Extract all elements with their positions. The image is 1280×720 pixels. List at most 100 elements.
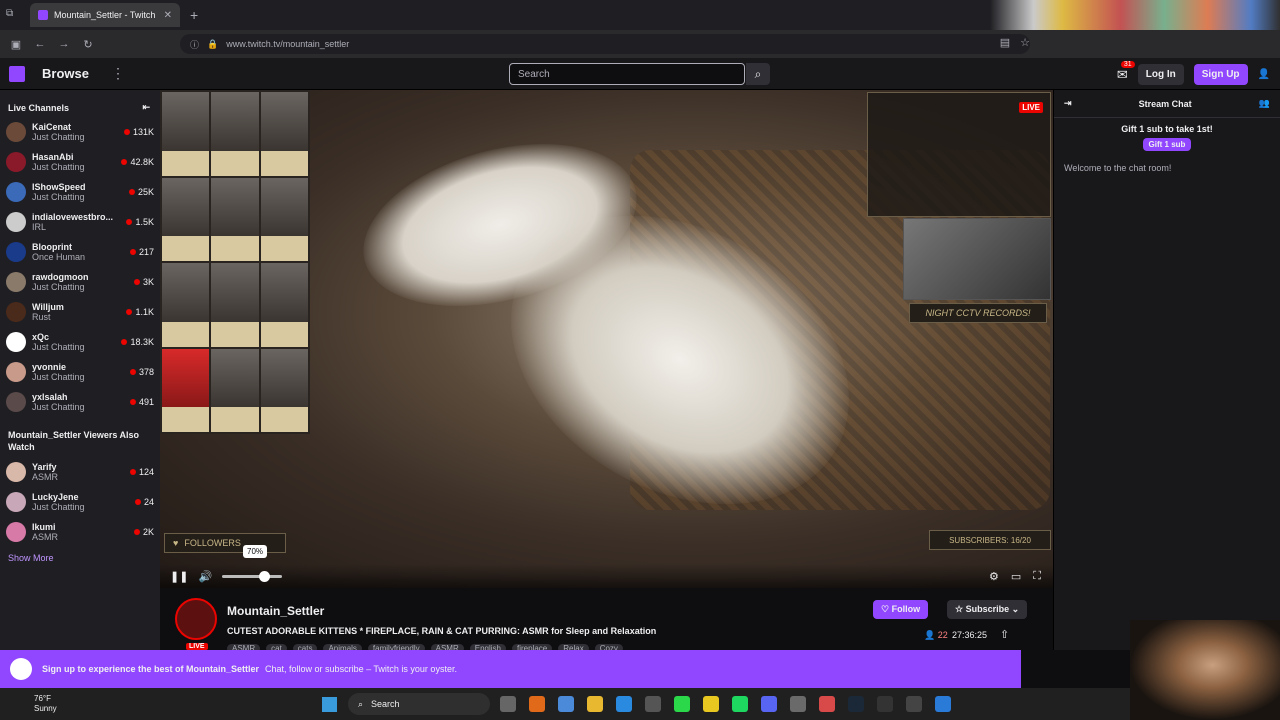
info-icon[interactable]: ⓘ [190, 38, 199, 51]
roster-cell [162, 263, 210, 347]
viewer-count: 131K [123, 127, 154, 137]
sticky-notes-icon[interactable] [703, 696, 719, 712]
obs-icon[interactable] [877, 696, 893, 712]
viewer-count-value: 24 [143, 497, 154, 507]
sidebar-channel-yarify[interactable]: Yarify ASMR 124 [0, 457, 160, 487]
user-menu-icon[interactable]: 👤 [1258, 69, 1270, 80]
chat-welcome: Welcome to the chat room! [1064, 163, 1172, 173]
sidebar-channel-kaicenat[interactable]: KaiCenat Just Chatting 131K [0, 117, 160, 147]
cctv-overlay [903, 218, 1051, 300]
copilot-icon[interactable] [558, 696, 574, 712]
banner-text: Chat, follow or subscribe – Twitch is yo… [265, 664, 457, 674]
more-menu-icon[interactable]: ⋮ [111, 65, 125, 82]
sidebar-channel-xqc[interactable]: xQc Just Chatting 18.3K [0, 327, 160, 357]
volume-knob[interactable] [259, 570, 271, 582]
collapse-chat-icon[interactable]: ⇥ [1064, 98, 1072, 109]
signup-banner[interactable]: Sign up to experience the best of Mounta… [0, 650, 1021, 688]
task-view-icon[interactable] [500, 696, 516, 712]
spotify-icon[interactable] [732, 696, 748, 712]
follow-button[interactable]: ♡ Follow [873, 600, 929, 619]
login-button[interactable]: Log In [1137, 64, 1184, 85]
live-dot-icon [133, 279, 140, 285]
sidebar-channel-yvonnie[interactable]: yvonnie Just Chatting 378 [0, 357, 160, 387]
stream-uptime: 27:36:25 [952, 630, 988, 640]
sidebar-channel-ikumi[interactable]: Ikumi ASMR 2K [0, 517, 160, 547]
fullscreen-icon[interactable]: ⛶ [1033, 570, 1041, 583]
sidebar-channel-willjum[interactable]: Willjum Rust 1.1K [0, 297, 160, 327]
pause-icon[interactable]: ❚❚ [170, 570, 188, 583]
back-icon[interactable]: ← [28, 38, 52, 50]
follow-label: Follow [891, 604, 921, 614]
viewer-count-value: 1.5K [135, 217, 154, 227]
chat-title: Stream Chat [1138, 98, 1192, 109]
signup-button[interactable]: Sign Up [1193, 64, 1248, 85]
tab-actions-icon[interactable]: ⧉ [6, 8, 13, 19]
weather-condition: Sunny [34, 704, 57, 713]
steam-icon[interactable] [848, 696, 864, 712]
live-dot-icon [129, 469, 136, 475]
sidebar-channel-yxlsalah[interactable]: yxlsalah Just Chatting 491 [0, 387, 160, 417]
community-icon[interactable]: 👥 [1259, 98, 1270, 109]
star-icon[interactable]: ☆ [1020, 36, 1030, 49]
settings-icon[interactable]: ⚙ [989, 570, 999, 583]
kick-icon[interactable] [674, 696, 690, 712]
channel-category: Just Chatting [32, 342, 85, 352]
reader-icon[interactable]: ▤ [1000, 36, 1010, 49]
sidebar-channel-hasanabi[interactable]: HasanAbi Just Chatting 42.8K [0, 147, 160, 177]
followers-overlay: ♥ FOLLOWERS [164, 533, 286, 553]
subscribe-button[interactable]: ☆ Subscribe ⌄ [947, 600, 1028, 619]
sidebar-channel-indialovewestbro[interactable]: indialovewestbro... IRL 1.5K [0, 207, 160, 237]
gift-sub-button[interactable]: Gift 1 sub [1142, 138, 1192, 151]
avatar [6, 492, 26, 512]
avatar [6, 152, 26, 172]
file-explorer-icon[interactable] [587, 696, 603, 712]
search-button[interactable]: ⌕ [746, 63, 770, 85]
xbox-icon[interactable] [790, 696, 806, 712]
prime-loot-icon[interactable]: ✉ 31 [1117, 60, 1135, 83]
store-icon[interactable] [645, 696, 661, 712]
channel-name: Blooprint [32, 242, 72, 252]
search-input[interactable]: Search [509, 63, 745, 85]
show-more-link[interactable]: Show More [0, 547, 160, 569]
firefox-icon[interactable] [529, 696, 545, 712]
url-text: www.twitch.tv/mountain_settler [226, 39, 350, 49]
twitch-logo-icon[interactable] [9, 65, 25, 82]
forward-icon[interactable]: → [52, 38, 76, 50]
viewer-count: 491 [129, 397, 154, 407]
browser-tab[interactable]: Mountain_Settler - Twitch ✕ [30, 3, 180, 27]
volume-slider[interactable] [222, 570, 283, 582]
volume-icon[interactable]: 🔊 [198, 570, 212, 583]
app-icon[interactable] [819, 696, 835, 712]
sidebar-channel-blooprint[interactable]: Blooprint Once Human 217 [0, 237, 160, 267]
close-tab-icon[interactable]: ✕ [164, 10, 172, 21]
new-tab-icon[interactable]: + [190, 7, 198, 23]
sidebar-channel-rawdogmoon[interactable]: rawdogmoon Just Chatting 3K [0, 267, 160, 297]
weather-widget[interactable]: 76°F Sunny [0, 694, 57, 714]
avatar [6, 272, 26, 292]
settings-app-icon[interactable] [906, 696, 922, 712]
sidebar-channel-luckyjene[interactable]: LuckyJene Just Chatting 24 [0, 487, 160, 517]
browse-link[interactable]: Browse [42, 66, 89, 81]
windows-start-icon[interactable] [322, 697, 337, 712]
video-player[interactable]: LIVE NIGHT CCTV RECORDS! ♥ FOLLOWERS SUB… [160, 90, 1053, 588]
channel-avatar[interactable] [175, 598, 217, 640]
channel-info: Ikumi ASMR [32, 522, 134, 542]
avatar [6, 212, 26, 232]
avatar [6, 332, 26, 352]
collapse-sidebar-icon[interactable]: ⇤ [142, 102, 150, 113]
live-dot-icon [128, 189, 135, 195]
channel-name: LuckyJene [32, 492, 79, 502]
window-app-icon[interactable] [935, 696, 951, 712]
channel-name[interactable]: Mountain_Settler [227, 604, 324, 618]
reload-icon[interactable]: ↻ [76, 38, 100, 51]
url-field[interactable]: ⓘ 🔒 www.twitch.tv/mountain_settler [180, 34, 1030, 54]
sidebar-toggle-icon[interactable]: ▣ [4, 38, 28, 51]
edge-icon[interactable] [616, 696, 632, 712]
taskbar-search-label: Search [371, 699, 400, 709]
share-icon[interactable]: ⇧ [1000, 628, 1009, 641]
notification-count: 31 [1120, 60, 1135, 68]
taskbar-search[interactable]: ⌕ Search [348, 693, 490, 715]
sidebar-channel-ishowspeed[interactable]: IShowSpeed Just Chatting 25K [0, 177, 160, 207]
discord-icon[interactable] [761, 696, 777, 712]
theatre-mode-icon[interactable]: ▭ [1011, 570, 1021, 583]
